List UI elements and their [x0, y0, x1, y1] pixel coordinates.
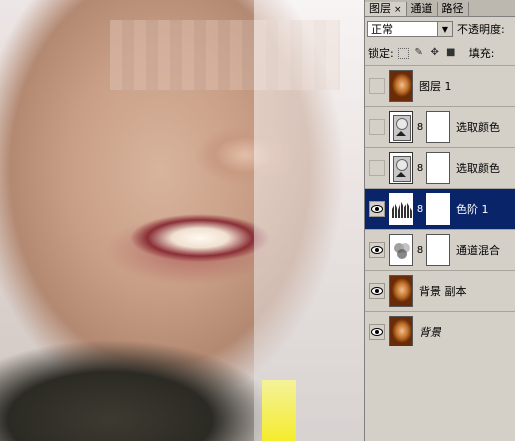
layer-name: 选取颜色	[456, 162, 500, 175]
lock-label: 锁定:	[368, 47, 394, 60]
blend-mode-select[interactable]: 正常 ▼	[367, 21, 453, 37]
layer-thumbnail	[389, 275, 413, 307]
blend-mode-value: 正常	[371, 23, 393, 36]
lock-transparency-icon[interactable]	[397, 47, 409, 59]
tab-layers[interactable]: 图层 ×	[365, 2, 407, 16]
visibility-toggle[interactable]	[369, 201, 385, 217]
lock-move-icon[interactable]: ✥	[429, 47, 441, 59]
layer-mask-thumbnail[interactable]	[426, 234, 450, 266]
visibility-toggle[interactable]	[369, 160, 385, 176]
eye-icon	[371, 205, 383, 213]
photo-yellow-patch	[262, 380, 296, 441]
visibility-toggle[interactable]	[369, 119, 385, 135]
eye-icon	[371, 246, 383, 254]
eye-icon	[371, 287, 383, 295]
close-icon[interactable]: ×	[394, 5, 402, 15]
visibility-toggle[interactable]	[369, 324, 385, 340]
layer-name: 色阶 1	[456, 203, 489, 216]
layer-name: 图层 1	[419, 80, 452, 93]
lock-paint-icon[interactable]: ✎	[413, 47, 425, 59]
link-chain-icon[interactable]: 8	[416, 122, 424, 133]
layer-mask-thumbnail[interactable]	[426, 193, 450, 225]
selective-color-icon	[389, 111, 413, 143]
layer-name: 背景 副本	[419, 285, 467, 298]
visibility-toggle[interactable]	[369, 78, 385, 94]
eye-icon	[371, 328, 383, 336]
visibility-toggle[interactable]	[369, 242, 385, 258]
visibility-toggle[interactable]	[369, 283, 385, 299]
tab-label: 通道	[410, 2, 433, 15]
photo-smile	[128, 212, 272, 274]
layer-row[interactable]: 背景 副本	[365, 271, 515, 312]
layer-row[interactable]: 图层 1	[365, 66, 515, 107]
layer-mask-thumbnail[interactable]	[426, 152, 450, 184]
tab-paths[interactable]: 路径	[438, 2, 469, 16]
layer-thumbnail	[389, 70, 413, 102]
panel-tabs: 图层 × 通道 路径	[365, 0, 515, 17]
chevron-down-icon[interactable]: ▼	[437, 22, 452, 36]
tab-channels[interactable]: 通道	[407, 2, 438, 16]
tab-label: 图层	[369, 2, 391, 15]
tab-label: 路径	[441, 2, 464, 15]
layer-name: 通道混合	[456, 244, 500, 257]
link-chain-icon[interactable]: 8	[416, 163, 424, 174]
layer-thumbnail	[389, 316, 413, 348]
channel-mixer-icon	[389, 234, 413, 266]
layer-row[interactable]: 8 通道混合	[365, 230, 515, 271]
layer-name: 背景	[419, 326, 441, 339]
layer-mask-thumbnail[interactable]	[426, 111, 450, 143]
blend-row: 正常 ▼ 不透明度:	[365, 17, 515, 41]
opacity-label: 不透明度:	[457, 23, 505, 36]
lock-all-icon[interactable]: ■	[445, 47, 457, 59]
panel-empty-area	[365, 346, 515, 441]
photo-background	[254, 0, 364, 441]
layer-name: 选取颜色	[456, 121, 500, 134]
fill-label: 填充:	[468, 47, 495, 60]
lock-row: 锁定: ✎ ✥ ■ 填充:	[365, 41, 515, 66]
canvas-photo[interactable]	[0, 0, 364, 441]
layers-panel: 图层 × 通道 路径 正常 ▼ 不透明度: 锁定: ✎ ✥ ■ 填充: 图层 1 …	[364, 0, 515, 441]
layers-list: 图层 1 8 选取颜色 8 选取颜色 8 色阶 1 8 通道混合 背景 副本 背…	[365, 66, 515, 353]
layer-row-selected[interactable]: 8 色阶 1	[365, 189, 515, 230]
layer-row[interactable]: 8 选取颜色	[365, 107, 515, 148]
levels-icon	[389, 193, 413, 225]
selective-color-icon	[389, 152, 413, 184]
link-chain-icon[interactable]: 8	[416, 245, 424, 256]
layer-row[interactable]: 8 选取颜色	[365, 148, 515, 189]
link-chain-icon[interactable]: 8	[416, 204, 424, 215]
